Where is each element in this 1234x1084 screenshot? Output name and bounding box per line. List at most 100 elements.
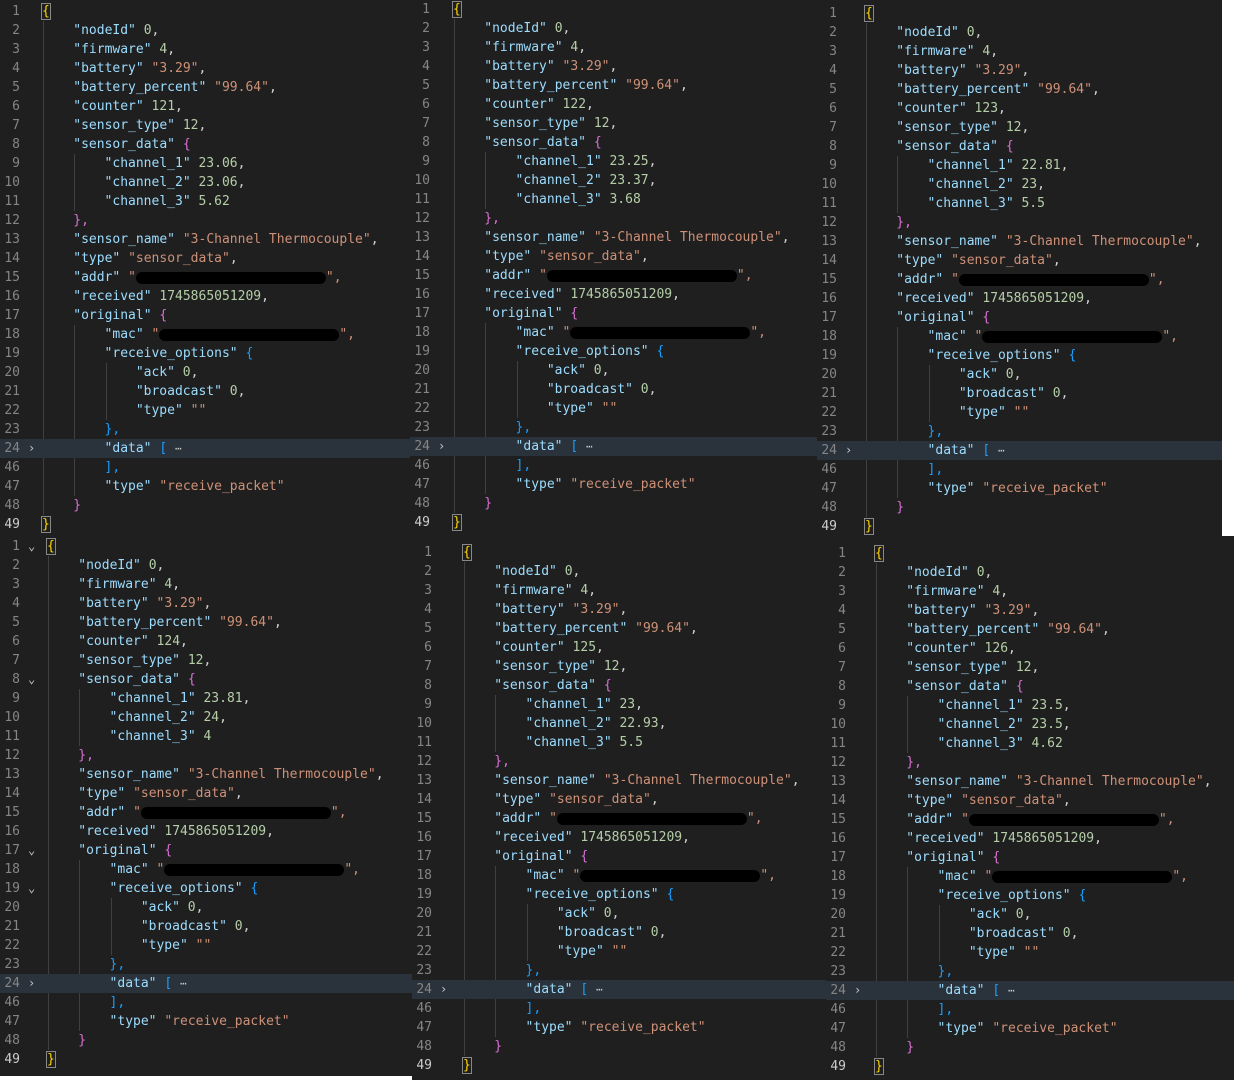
line-close-receive-options[interactable]: 23},: [826, 962, 1234, 981]
line-sensor-name[interactable]: 13 "sensor_name" "3-Channel Thermocouple"…: [0, 230, 410, 249]
line-type-receive-packet[interactable]: 47 "type" "receive_packet": [410, 475, 817, 494]
fold-collapsed-icon[interactable]: ›: [438, 437, 448, 456]
line-firmware[interactable]: 3 "firmware" 4,: [817, 42, 1222, 61]
line-battery[interactable]: 4 "battery" "3.29",: [0, 59, 410, 78]
line-data-collapsed[interactable]: 24 › "data" [ ⋯: [826, 981, 1234, 1000]
line-sensor-data[interactable]: 8 "sensor_data" {: [0, 135, 410, 154]
line-broadcast[interactable]: 21 "broadcast" 0,: [412, 923, 826, 942]
line-received[interactable]: 16 "received" 1745865051209,: [826, 829, 1234, 848]
line-broadcast[interactable]: 21 "broadcast" 0,: [817, 384, 1222, 403]
line-type-empty[interactable]: 22 "type" "": [0, 936, 412, 955]
line-original[interactable]: 17 "original" {: [410, 304, 817, 323]
line-received[interactable]: 16 "received" 1745865051209,: [0, 287, 410, 306]
line-close-root[interactable]: 49}: [410, 513, 817, 532]
line-close-receive-options[interactable]: 23},: [412, 961, 826, 980]
line-original[interactable]: 17 "original" {: [826, 848, 1234, 867]
line-original[interactable]: 17 "original" {: [412, 847, 826, 866]
line-close-data[interactable]: 46],: [0, 993, 412, 1012]
line-close-root[interactable]: 49}: [817, 517, 1222, 536]
line-battery[interactable]: 4 "battery" "3.29",: [817, 61, 1222, 80]
line-channel-2[interactable]: 10 "channel_2" 23,: [817, 175, 1222, 194]
line-sensor-data[interactable]: 8 "sensor_data" {: [412, 676, 826, 695]
line-counter[interactable]: 6 "counter" 124,: [0, 632, 412, 651]
line-sensor-name[interactable]: 13 "sensor_name" "3-Channel Thermocouple"…: [410, 228, 817, 247]
line-counter[interactable]: 6 "counter" 123,: [817, 99, 1222, 118]
line-sensor-name[interactable]: 13 "sensor_name" "3-Channel Thermocouple"…: [817, 232, 1222, 251]
line-battery[interactable]: 4 "battery" "3.29",: [0, 594, 412, 613]
line-nodeId[interactable]: 2 "nodeId" 0,: [0, 556, 412, 575]
editor-panel-4[interactable]: 1 ⌄ {2 "nodeId" 0, 3 "firmware" 4, 4 "battery" …: [0, 536, 412, 1076]
line-close-original[interactable]: 48}: [817, 498, 1222, 517]
line-close-sensor-data[interactable]: 12},: [412, 752, 826, 771]
line-close-original[interactable]: 48}: [0, 496, 410, 515]
line-battery-percent[interactable]: 5 "battery_percent" "99.64",: [412, 619, 826, 638]
line-channel-3[interactable]: 11 "channel_3" 5.5: [412, 733, 826, 752]
line-open-root[interactable]: 1{: [817, 4, 1222, 23]
fold-expanded-icon[interactable]: ⌄: [28, 841, 38, 860]
line-type[interactable]: 14 "type" "sensor_data",: [412, 790, 826, 809]
line-type-empty[interactable]: 22 "type" "": [0, 401, 410, 420]
line-ack[interactable]: 20 "ack" 0,: [410, 361, 817, 380]
line-channel-3[interactable]: 11 "channel_3" 4: [0, 727, 412, 746]
line-ack[interactable]: 20 "ack" 0,: [817, 365, 1222, 384]
line-sensor-name[interactable]: 13 "sensor_name" "3-Channel Thermocouple"…: [826, 772, 1234, 791]
line-received[interactable]: 16 "received" 1745865051209,: [817, 289, 1222, 308]
line-sensor-data[interactable]: 8 "sensor_data" {: [826, 677, 1234, 696]
line-sensor-name[interactable]: 13 "sensor_name" "3-Channel Thermocouple"…: [412, 771, 826, 790]
line-data-collapsed[interactable]: 24 › "data" [ ⋯: [817, 441, 1222, 460]
line-channel-3[interactable]: 11 "channel_3" 3.68: [410, 190, 817, 209]
line-type[interactable]: 14 "type" "sensor_data",: [0, 249, 410, 268]
line-counter[interactable]: 6 "counter" 126,: [826, 639, 1234, 658]
line-close-receive-options[interactable]: 23},: [0, 955, 412, 974]
line-ack[interactable]: 20 "ack" 0,: [412, 904, 826, 923]
line-mac[interactable]: 18 "mac" " ",: [0, 325, 410, 344]
fold-expanded-icon[interactable]: ⌄: [28, 879, 38, 898]
line-battery-percent[interactable]: 5 "battery_percent" "99.64",: [410, 76, 817, 95]
line-receive-options[interactable]: 19 ⌄ "receive_options" {: [0, 879, 412, 898]
line-mac[interactable]: 18 "mac" " ",: [0, 860, 412, 879]
line-channel-1[interactable]: 9 "channel_1" 23.81,: [0, 689, 412, 708]
line-ack[interactable]: 20 "ack" 0,: [0, 363, 410, 382]
line-receive-options[interactable]: 19 "receive_options" {: [412, 885, 826, 904]
editor-panel-6[interactable]: 1{2 "nodeId" 0, 3 "firmware" 4, 4 "battery" "…: [826, 536, 1234, 1080]
line-close-sensor-data[interactable]: 12},: [410, 209, 817, 228]
line-firmware[interactable]: 3 "firmware" 4,: [0, 575, 412, 594]
line-close-root[interactable]: 49}: [0, 515, 410, 534]
line-battery-percent[interactable]: 5 "battery_percent" "99.64",: [0, 78, 410, 97]
line-received[interactable]: 16 "received" 1745865051209,: [410, 285, 817, 304]
line-close-root[interactable]: 49}: [412, 1056, 826, 1075]
line-broadcast[interactable]: 21 "broadcast" 0,: [0, 382, 410, 401]
line-close-receive-options[interactable]: 23},: [0, 420, 410, 439]
line-sensor-name[interactable]: 13 "sensor_name" "3-Channel Thermocouple"…: [0, 765, 412, 784]
line-open-root[interactable]: 1{: [0, 2, 410, 21]
line-nodeId[interactable]: 2 "nodeId" 0,: [412, 562, 826, 581]
line-channel-1[interactable]: 9 "channel_1" 23.06,: [0, 154, 410, 173]
line-channel-2[interactable]: 10 "channel_2" 23.5,: [826, 715, 1234, 734]
line-addr[interactable]: 15 "addr" " ",: [817, 270, 1222, 289]
line-type-receive-packet[interactable]: 47 "type" "receive_packet": [0, 1012, 412, 1031]
line-type-empty[interactable]: 22 "type" "": [817, 403, 1222, 422]
line-addr[interactable]: 15 "addr" " ",: [412, 809, 826, 828]
line-type-empty[interactable]: 22 "type" "": [410, 399, 817, 418]
line-open-root[interactable]: 1{: [826, 544, 1234, 563]
line-sensor-data[interactable]: 8 "sensor_data" {: [817, 137, 1222, 156]
fold-collapsed-icon[interactable]: ›: [28, 974, 38, 993]
line-original[interactable]: 17 "original" {: [817, 308, 1222, 327]
line-open-root[interactable]: 1{: [412, 543, 826, 562]
line-channel-3[interactable]: 11 "channel_3" 4.62: [826, 734, 1234, 753]
line-nodeId[interactable]: 2 "nodeId" 0,: [0, 21, 410, 40]
line-close-data[interactable]: 46],: [826, 1000, 1234, 1019]
line-addr[interactable]: 15 "addr" " ",: [826, 810, 1234, 829]
line-close-original[interactable]: 48}: [412, 1037, 826, 1056]
line-addr[interactable]: 15 "addr" " ",: [0, 803, 412, 822]
line-close-original[interactable]: 48}: [410, 494, 817, 513]
line-close-root[interactable]: 49}: [826, 1057, 1234, 1076]
line-close-sensor-data[interactable]: 12},: [0, 211, 410, 230]
line-broadcast[interactable]: 21 "broadcast" 0,: [0, 917, 412, 936]
line-sensor-data[interactable]: 8 ⌄ "sensor_data" {: [0, 670, 412, 689]
line-data-collapsed[interactable]: 24 › "data" [ ⋯: [0, 439, 410, 458]
line-received[interactable]: 16 "received" 1745865051209,: [412, 828, 826, 847]
line-close-original[interactable]: 48}: [826, 1038, 1234, 1057]
line-data-collapsed[interactable]: 24 › "data" [ ⋯: [410, 437, 817, 456]
line-nodeId[interactable]: 2 "nodeId" 0,: [817, 23, 1222, 42]
